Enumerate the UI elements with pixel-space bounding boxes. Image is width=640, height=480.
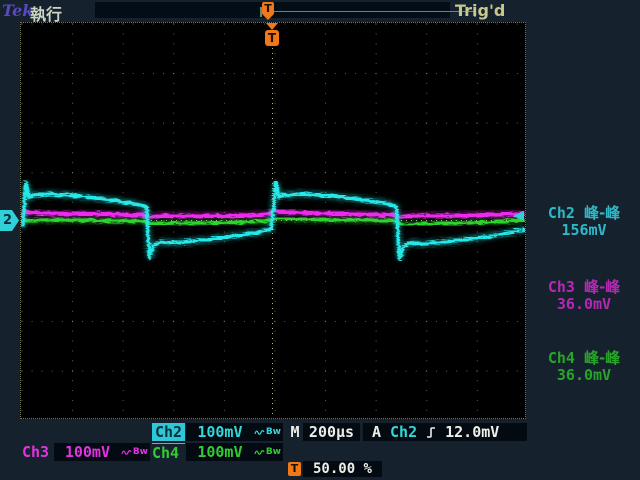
- ch4-scale-value: 100mV: [186, 443, 254, 461]
- meas-name: 峰-峰: [584, 349, 620, 367]
- ch3-scale-readout: 100mV Bw: [54, 443, 150, 461]
- meas-value: 36.0mV: [531, 367, 637, 384]
- ch3-scale-value: 100mV: [54, 443, 121, 461]
- tek-logo: Tek: [2, 1, 33, 20]
- record-view-line: [262, 11, 474, 12]
- measurement-ch2-pkpk: Ch2 峰-峰 156mV: [531, 205, 637, 239]
- trigger-level-arrow-icon: [513, 211, 524, 221]
- ac-coupling-icon: [254, 428, 265, 437]
- timebase-readout: 200µs: [303, 423, 360, 441]
- trigger-mode: A: [372, 423, 381, 441]
- trigger-position-arrow-icon: [263, 15, 273, 20]
- trigger-horizontal-position-icon: T: [265, 30, 279, 46]
- ch2-scale-value: 100mV: [186, 423, 254, 441]
- measurement-ch4-pkpk: Ch4 峰-峰 36.0mV: [531, 350, 637, 384]
- trigger-readout: A Ch2 12.0mV: [363, 423, 527, 441]
- ch2-ground-marker: 2: [0, 210, 19, 231]
- trigger-horizontal-position-arrow-icon: [266, 23, 278, 30]
- timebase-label: M: [287, 423, 303, 441]
- trigger-position-readout: 50.00 %: [303, 461, 382, 477]
- bandwidth-limit-icon: Bw: [133, 447, 148, 457]
- meas-value: 36.0mV: [531, 296, 637, 313]
- meas-name: 峰-峰: [584, 204, 620, 222]
- trigger-level: 12.0mV: [445, 423, 499, 441]
- measurement-ch3-pkpk: Ch3 峰-峰 36.0mV: [531, 279, 637, 313]
- ch2-channel-badge: Ch2: [152, 423, 185, 441]
- ac-coupling-icon: [254, 448, 265, 457]
- rising-edge-slope-icon: [426, 426, 436, 439]
- ch4-scale-readout: 100mV Bw: [186, 443, 283, 461]
- trigger-position-icon: T: [288, 462, 301, 476]
- trigger-status: Trig'd: [455, 1, 505, 20]
- trigger-source: Ch2: [390, 423, 417, 441]
- ch2-scale-readout: 100mV Bw: [186, 423, 283, 441]
- record-view-window-bracket: [260, 7, 476, 17]
- ch3-channel-label: Ch3: [22, 443, 54, 461]
- top-status-bar: Tek 執行 T Trig'd: [0, 0, 640, 21]
- meas-name: 峰-峰: [584, 278, 620, 296]
- waveform-traces: [21, 23, 525, 418]
- bandwidth-limit-icon: Bw: [266, 447, 281, 457]
- ac-coupling-icon: [121, 448, 132, 457]
- meas-source: Ch2: [548, 204, 575, 222]
- meas-value: 156mV: [531, 222, 637, 239]
- waveform-display: [20, 22, 526, 419]
- trigger-position-icon: T: [262, 2, 274, 15]
- bandwidth-limit-icon: Bw: [266, 427, 281, 437]
- meas-source: Ch4: [548, 349, 575, 367]
- ch4-channel-label: Ch4: [152, 443, 185, 462]
- meas-source: Ch3: [548, 278, 575, 296]
